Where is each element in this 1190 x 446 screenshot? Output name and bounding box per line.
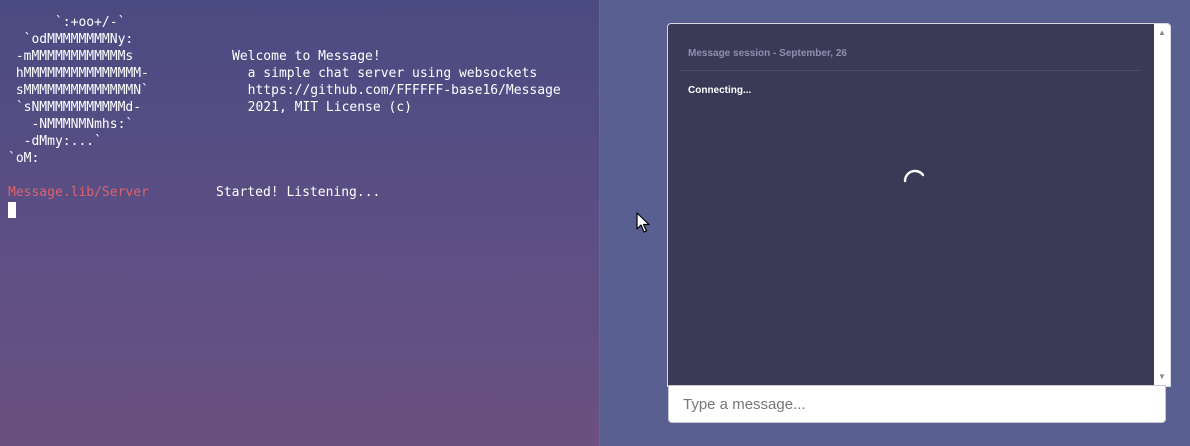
- mouse-pointer-icon: [636, 212, 650, 233]
- ascii-logo-line: sMMMMMMMMMMMMMMN`: [8, 83, 149, 98]
- message-input[interactable]: [668, 385, 1166, 423]
- chat-scrollbar[interactable]: ▲ ▼: [1154, 24, 1170, 386]
- chat-window: Message session - September, 26 Connecti…: [667, 23, 1171, 387]
- ascii-logo-line: `oM:: [8, 151, 40, 166]
- ascii-logo-line: `sNMMMMMMMMMMMd-: [8, 100, 142, 115]
- log-module-name: Message.lib/Server: [8, 185, 149, 200]
- welcome-title: Welcome to Message!: [232, 49, 381, 64]
- welcome-license: 2021, MIT License (c): [232, 100, 413, 115]
- server-terminal[interactable]: `:+oo+/-` `odMMMMMMMMNy: -mMMMMMMMMMMMMs…: [0, 0, 600, 446]
- ascii-logo-line: -dMmy:...`: [8, 134, 102, 149]
- ascii-logo-line: hMMMMMMMMMMMMMMM-: [8, 66, 149, 81]
- session-divider: [680, 70, 1140, 71]
- terminal-cursor: [8, 202, 16, 218]
- scroll-up-arrow-icon[interactable]: ▲: [1154, 26, 1170, 40]
- loading-spinner-icon: [903, 169, 925, 183]
- log-message: Started! Listening...: [216, 185, 381, 200]
- welcome-repo-url: https://github.com/FFFFFF-base16/Message: [232, 83, 561, 98]
- connection-status: Connecting...: [688, 85, 752, 96]
- ascii-logo-line: -NMMMNMNmhs:`: [8, 117, 134, 132]
- ascii-logo-line: `odMMMMMMMMNy:: [8, 32, 134, 47]
- session-header: Message session - September, 26: [688, 48, 847, 59]
- ascii-logo-line: `:+oo+/-`: [8, 15, 126, 30]
- scroll-down-arrow-icon[interactable]: ▼: [1154, 370, 1170, 384]
- chat-messages-area[interactable]: Message session - September, 26 Connecti…: [668, 24, 1153, 386]
- welcome-description: a simple chat server using websockets: [232, 66, 538, 81]
- ascii-logo-line: -mMMMMMMMMMMMMs: [8, 49, 134, 64]
- pane-divider[interactable]: [599, 0, 600, 446]
